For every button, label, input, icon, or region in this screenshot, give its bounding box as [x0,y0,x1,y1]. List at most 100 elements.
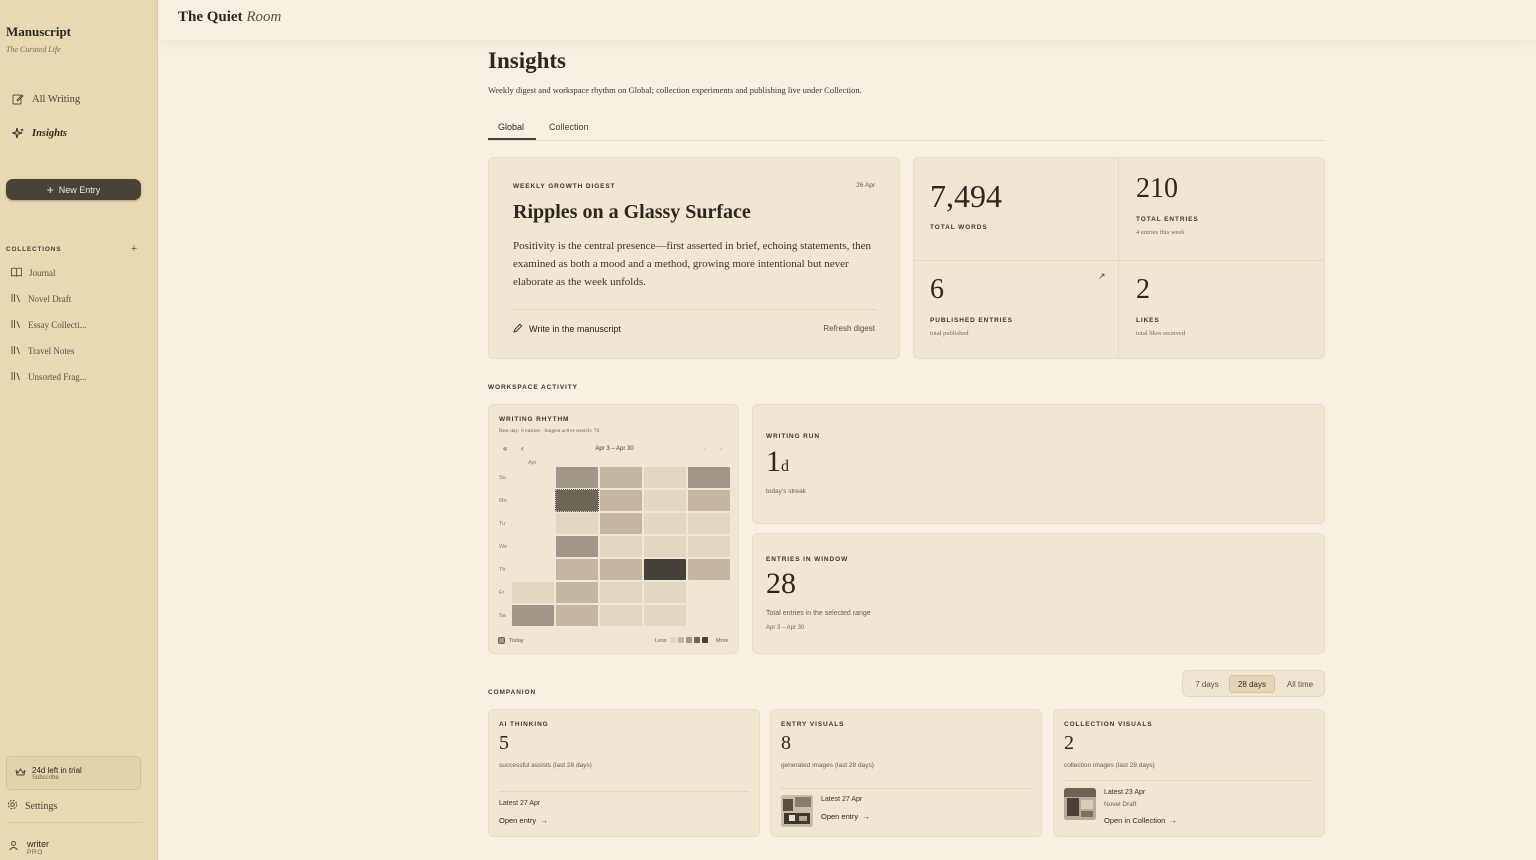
book-icon [11,267,22,279]
user-profile[interactable]: writer PRO [8,838,49,856]
tab-global[interactable]: Global [498,122,524,132]
heatmap-cell[interactable] [600,559,642,580]
card-divider [781,788,1031,789]
total-words-label: TOTAL WORDS [930,224,988,231]
crown-icon [15,764,26,782]
workspace-title: The Quiet Room [178,9,281,26]
heatmap-cell[interactable] [556,605,598,626]
edit-icon [12,93,24,105]
heatmap-cell[interactable] [556,582,598,603]
nav-item-all-writing[interactable]: All Writing [12,93,80,105]
write-link-label: Write in the manuscript [529,324,621,334]
entry-visual-thumbnail[interactable] [781,795,813,827]
collection-visuals-card: COLLECTION VISUALS 2 collection images (… [1053,709,1325,837]
heatmap-cell[interactable] [512,605,554,626]
settings-item[interactable]: Settings [7,799,57,813]
refresh-digest-button[interactable]: Refresh digest [823,324,875,333]
arrow-right-icon: → [1169,816,1177,825]
entries-window-sub: Total entries in the selected range [766,610,871,617]
published-label: PUBLISHED ENTRIES [930,317,1013,324]
digest-date: 26 Apr [856,182,875,189]
page-subtitle: Weekly digest and workspace rhythm on Gl… [488,85,862,95]
collections-header: COLLECTIONS + [6,243,138,255]
active-tab-indicator [488,138,536,140]
ai-thinking-card: AI THINKING 5 successful assists (last 2… [488,709,760,837]
heatmap-cell[interactable] [644,582,686,603]
heatmap-cell[interactable] [688,536,730,557]
collection-visual-thumbnail[interactable] [1064,788,1096,820]
heatmap-cell[interactable] [556,467,598,488]
stats-card: 7,494 TOTAL WORDS 210 TOTAL ENTRIES 4 en… [913,157,1325,359]
write-in-manuscript-link[interactable]: Write in the manuscript [513,323,621,335]
new-entry-button[interactable]: + New Entry [6,179,141,200]
collection-item-essay[interactable]: Essay Collecti... [11,319,87,331]
entry-visuals-label: ENTRY VISUALS [781,721,845,728]
likes-value: 2 [1136,274,1150,305]
tab-collection[interactable]: Collection [549,122,589,132]
collection-label: Journal [29,268,56,278]
heatmap-cell[interactable] [555,489,599,512]
heatmap-cell[interactable] [556,536,598,557]
ai-thinking-open-link[interactable]: Open entry → [499,816,548,825]
library-icon [11,371,21,383]
arrow-right-icon: → [862,812,870,821]
heatmap-cell[interactable] [600,513,642,534]
heatmap-cell[interactable] [688,513,730,534]
collection-item-journal[interactable]: Journal [11,267,56,279]
user-plan: PRO [27,848,43,856]
heatmap-cell[interactable] [600,490,642,511]
nav-item-insights[interactable]: Insights [12,127,67,139]
collection-visuals-open-link[interactable]: Open in Collection → [1104,816,1177,825]
double-chevron-right-icon[interactable]: » [719,444,723,453]
user-icon [8,838,19,856]
legend-swatch [670,637,676,643]
legend-swatch [678,637,684,643]
total-entries-sub: 4 entries this week [1136,229,1185,236]
heatmap-cell[interactable] [644,605,686,626]
heatmap-cell[interactable] [512,582,554,603]
range-7-days[interactable]: 7 days [1189,675,1225,693]
ai-thinking-sub: successful assists (last 28 days) [499,762,592,769]
heatmap-cell[interactable] [688,490,730,511]
day-label: Tu [499,521,506,527]
range-28-days[interactable]: 28 days [1229,675,1275,693]
entry-visuals-open-link[interactable]: Open entry → [821,812,870,821]
heatmap-cell[interactable] [556,513,598,534]
writing-rhythm-sub: Best day: 6 entries · longest active str… [499,428,600,434]
range-all-time[interactable]: All time [1279,675,1321,693]
brand-name: Manuscript [6,24,71,39]
collection-item-unsorted[interactable]: Unsorted Frag... [11,371,87,383]
trial-banner[interactable]: 24d left in trial Subscribe [6,756,141,790]
stats-divider-vertical [1118,158,1119,358]
heatmap-cell[interactable] [600,582,642,603]
collection-item-novel-draft[interactable]: Novel Draft [11,293,71,305]
heatmap-cell[interactable] [644,490,686,511]
heatmap-cell[interactable] [600,467,642,488]
heatmap-cell[interactable] [644,559,686,580]
chevron-right-icon[interactable]: › [703,444,706,453]
add-collection-icon[interactable]: + [131,243,138,255]
heatmap-cell[interactable] [644,513,686,534]
heatmap-cell[interactable] [600,605,642,626]
heatmap-cell[interactable] [600,536,642,557]
arrow-up-right-icon[interactable]: ↗ [1098,271,1106,282]
sidebar: Manuscript The Curated Life All Writing … [0,0,158,860]
heatmap-cell[interactable] [688,467,730,488]
topbar: The Quiet Room [158,0,1536,40]
today-swatch [498,637,505,644]
user-name: writer [27,838,49,849]
ai-thinking-latest: Latest 27 Apr [499,800,541,807]
heatmap-cell[interactable] [688,559,730,580]
collection-item-travel-notes[interactable]: Travel Notes [11,345,74,357]
page-title: Insights [488,48,566,73]
trial-remaining: 24d left in trial [32,765,82,775]
heatmap-cell[interactable] [556,559,598,580]
collection-label: Novel Draft [28,294,72,304]
day-label: We [499,544,508,550]
collection-label: Travel Notes [28,346,75,356]
heatmap-cell[interactable] [644,467,686,488]
heatmap-cell[interactable] [644,536,686,557]
likes-sub: total likes received [1136,330,1186,337]
writing-rhythm-card: WRITING RHYTHM Best day: 6 entries · lon… [488,404,739,654]
subscribe-link[interactable]: Subscribe [32,775,82,781]
